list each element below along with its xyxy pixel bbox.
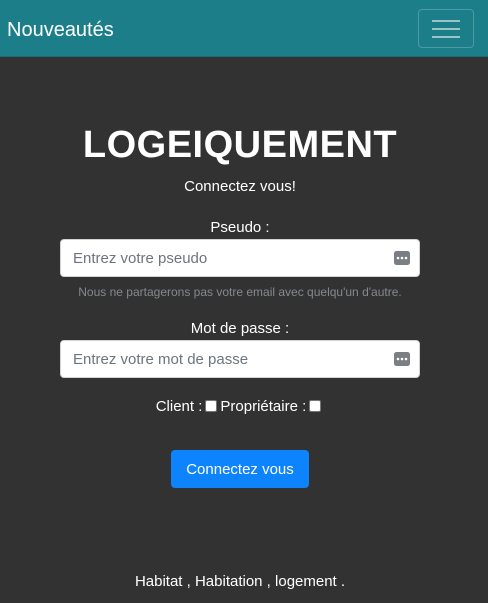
navbar-brand[interactable]: Nouveautés [7,18,114,42]
password-input[interactable] [61,341,381,377]
hamburger-icon [432,19,460,38]
navbar: Nouveautés [0,0,488,57]
owner-label: Propriétaire : [220,398,307,415]
login-button[interactable]: Connectez vous [171,450,309,488]
pseudo-help-text: Nous ne partagerons pas votre email avec… [78,285,402,299]
password-manager-icon[interactable] [394,251,410,265]
password-field[interactable] [60,340,420,378]
client-label: Client : [155,398,203,415]
password-label: Mot de passe : [190,320,290,337]
footer-text: Habitat , Habitation , logement . [134,573,346,590]
password-manager-icon[interactable] [394,352,410,366]
pseudo-input[interactable] [61,240,381,276]
pseudo-field[interactable] [60,239,420,277]
pseudo-label: Pseudo : [210,219,270,236]
role-selector: Client : Propriétaire : [0,397,480,417]
owner-checkbox[interactable] [309,400,322,412]
page-title: LOGEIQUEMENT [82,124,398,166]
navbar-toggler-button[interactable] [418,9,474,48]
client-checkbox[interactable] [205,400,218,412]
form-subtitle: Connectez vous! [184,178,296,195]
